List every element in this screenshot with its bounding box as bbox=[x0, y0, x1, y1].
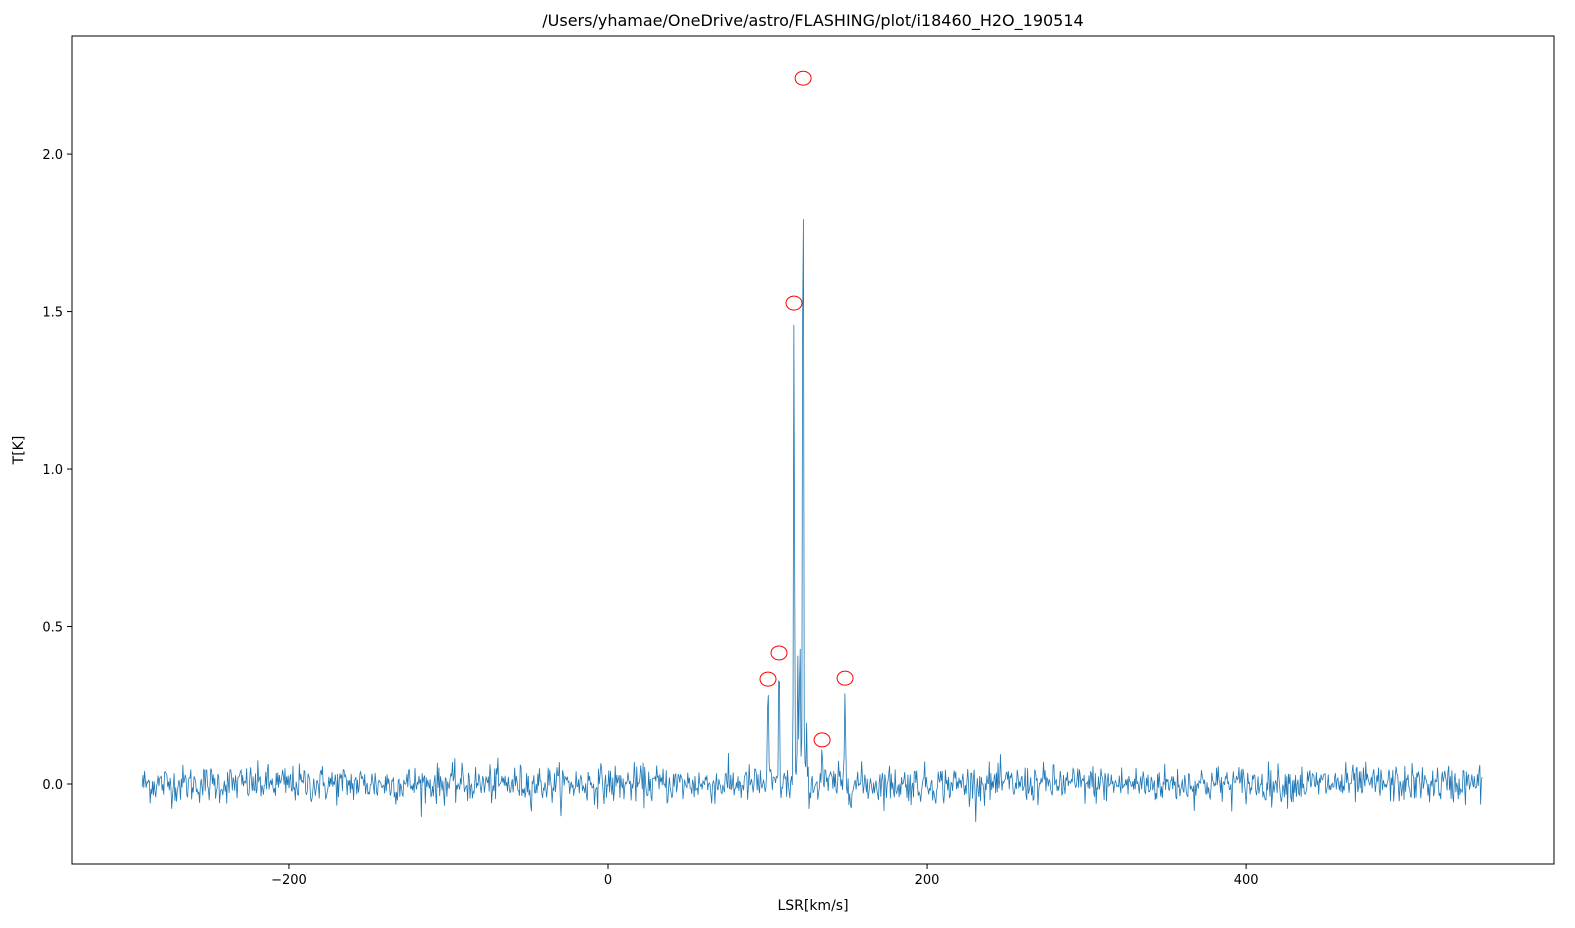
peak-marker bbox=[794, 70, 812, 86]
peak-marker bbox=[759, 671, 777, 687]
y-tick-label: 0.5 bbox=[42, 621, 63, 636]
y-axis-label: T[K] bbox=[11, 436, 27, 466]
peak-marker bbox=[785, 295, 803, 311]
x-tick-label: 200 bbox=[915, 873, 940, 888]
axes-frame bbox=[71, 35, 1555, 865]
peak-marker bbox=[813, 732, 831, 748]
y-tick-label: 0.0 bbox=[42, 778, 63, 793]
peak-marker bbox=[770, 645, 788, 661]
y-tick-label: 1.0 bbox=[42, 463, 63, 478]
spectrum-chart: /Users/yhamae/OneDrive/astro/FLASHING/pl… bbox=[11, 11, 1555, 914]
chart-title: /Users/yhamae/OneDrive/astro/FLASHING/pl… bbox=[542, 11, 1083, 31]
x-axis: −200 0 200 400 bbox=[271, 864, 1259, 888]
y-axis: 0.0 0.5 1.0 1.5 2.0 bbox=[42, 148, 72, 793]
peak-marker bbox=[836, 670, 854, 686]
x-tick-label: −200 bbox=[271, 873, 307, 888]
x-axis-label: LSR[km/s] bbox=[777, 898, 848, 914]
plot-area bbox=[141, 70, 1483, 823]
spectrum-line bbox=[141, 219, 1483, 823]
x-tick-label: 0 bbox=[604, 873, 612, 888]
x-tick-label: 400 bbox=[1234, 873, 1259, 888]
y-tick-label: 2.0 bbox=[42, 148, 63, 163]
y-tick-label: 1.5 bbox=[42, 306, 63, 321]
